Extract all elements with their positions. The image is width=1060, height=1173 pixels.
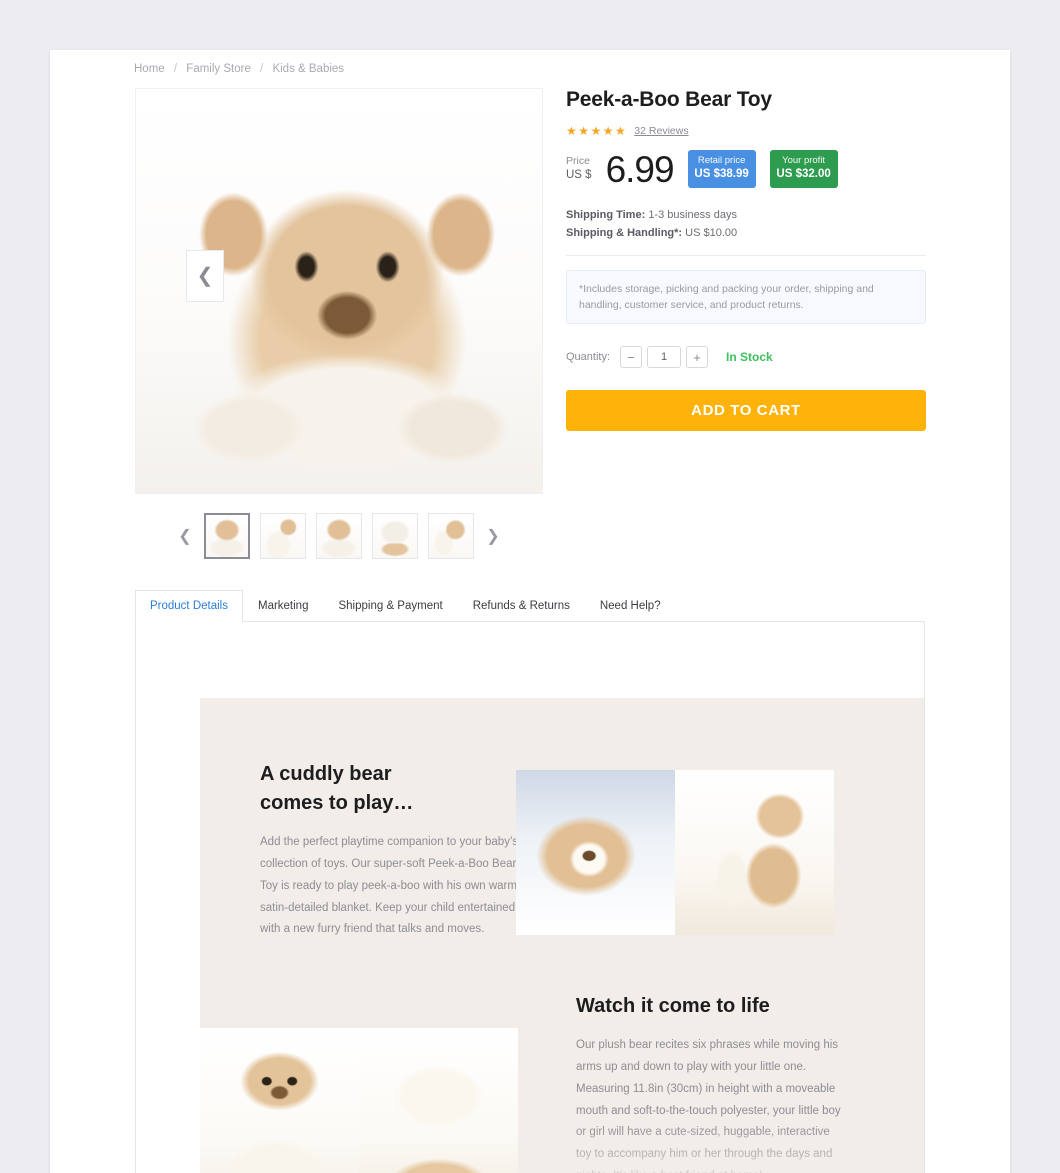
quantity-input[interactable] <box>647 346 682 369</box>
tab-bar: Product Details Marketing Shipping & Pay… <box>135 590 925 622</box>
details-photo-pair-top <box>516 770 834 935</box>
shipping-handling-row: Shipping & Handling*: US $10.00 <box>566 224 926 242</box>
product-card: Home / Family Store / Kids & Babies ❮ ❯ … <box>50 50 1010 1173</box>
gallery-prev-button[interactable]: ❮ <box>186 250 224 302</box>
star-rating-icon: ★★★★★ <box>566 124 628 138</box>
heading-line-2: comes to play… <box>260 792 414 814</box>
breadcrumb-item-home[interactable]: Home <box>134 63 165 75</box>
tab-panel-product-details: A cuddly bear comes to play… Add the per… <box>135 622 925 1173</box>
quantity-increment-button[interactable]: + <box>686 346 709 369</box>
breadcrumb-item-family-store[interactable]: Family Store <box>186 63 251 75</box>
divider <box>566 254 926 256</box>
reviews-link[interactable]: 32 Reviews <box>634 125 688 137</box>
tab-shipping-payment[interactable]: Shipping & Payment <box>323 590 457 622</box>
thumbnail-item[interactable] <box>428 513 474 559</box>
quantity-label: Quantity: <box>566 351 611 364</box>
shipping-time-row: Shipping Time: 1-3 business days <box>566 206 926 224</box>
details-block-two: Watch it come to life Our plush bear rec… <box>576 992 848 1173</box>
status-badge: In Stock <box>726 350 773 365</box>
page-title: Peek-a-Boo Bear Toy <box>566 88 772 111</box>
retail-price-label: Retail price <box>697 155 746 166</box>
thumbnail-image <box>261 514 305 558</box>
details-photo-pair-bottom <box>200 1028 518 1173</box>
tab-need-help[interactable]: Need Help? <box>585 590 676 622</box>
shipping-handling-value: US $10.00 <box>685 227 738 240</box>
add-to-cart-button[interactable]: ADD TO CART <box>566 390 926 432</box>
product-detail-image <box>200 1028 359 1173</box>
quantity-decrement-button[interactable]: − <box>620 346 643 369</box>
breadcrumb-item-kids-babies[interactable]: Kids & Babies <box>272 63 344 75</box>
details-block-one: A cuddly bear comes to play… Add the per… <box>260 760 528 941</box>
shipping-time-value: 1-3 business days <box>648 209 737 222</box>
thumbnails-prev-button[interactable]: ❮ <box>176 516 194 556</box>
thumbnail-item[interactable] <box>204 513 250 559</box>
chevron-left-icon: ❮ <box>178 528 192 545</box>
details-block-two-paragraph: Our plush bear recites six phrases while… <box>576 1039 841 1173</box>
price-row: Price US $ 6.99 Retail price US $38.99 Y… <box>566 148 926 190</box>
breadcrumb: Home / Family Store / Kids & Babies <box>134 63 344 75</box>
product-detail-image <box>516 770 675 935</box>
shipping-note: *Includes storage, picking and packing y… <box>566 269 926 325</box>
product-detail-image <box>359 1028 518 1173</box>
thumbnails-next-button[interactable]: ❯ <box>484 516 502 556</box>
your-profit-badge: Your profit US $32.00 <box>769 150 838 189</box>
heading-line-1: A cuddly bear <box>260 763 392 785</box>
retail-price-badge: Retail price US $38.99 <box>687 150 756 189</box>
product-detail-image <box>675 770 834 935</box>
page-root: Home / Family Store / Kids & Babies ❮ ❯ … <box>0 0 1060 1173</box>
thumbnail-image <box>206 515 248 557</box>
tab-refunds-returns[interactable]: Refunds & Returns <box>458 590 585 622</box>
price-currency: US $ <box>566 169 592 182</box>
your-profit-label: Your profit <box>782 155 826 166</box>
thumbnail-image <box>317 514 361 558</box>
details-content: A cuddly bear comes to play… Add the per… <box>200 698 924 1173</box>
thumbnail-image <box>429 514 473 558</box>
price-caption-group: Price US $ <box>566 154 592 184</box>
thumbnail-item[interactable] <box>260 513 306 559</box>
shipping-handling-label: Shipping & Handling*: <box>566 227 683 240</box>
shipping-info: Shipping Time: 1-3 business days Shippin… <box>566 206 926 242</box>
chevron-right-icon: ❯ <box>486 528 500 545</box>
your-profit-value: US $32.00 <box>776 167 831 180</box>
tab-product-details[interactable]: Product Details <box>135 590 243 622</box>
rating-row: ★★★★★ 32 Reviews <box>566 124 926 138</box>
thumbnail-image <box>373 514 417 558</box>
quantity-row: Quantity: − + In Stock <box>566 346 926 369</box>
breadcrumb-separator: / <box>173 63 178 75</box>
thumbnail-strip: ❮ ❯ <box>135 505 543 567</box>
chevron-left-icon: ❮ <box>196 265 214 287</box>
details-block-one-paragraph: Add the perfect playtime companion to yo… <box>260 836 521 936</box>
thumbnail-item[interactable] <box>372 513 418 559</box>
price-caption: Price <box>566 155 590 168</box>
thumbnail-item[interactable] <box>316 513 362 559</box>
details-block-one-heading: A cuddly bear comes to play… <box>260 760 528 818</box>
price-value: 6.99 <box>605 148 675 190</box>
details-block-two-heading: Watch it come to life <box>576 995 770 1017</box>
product-gallery: ❮ ❯ <box>135 88 543 494</box>
shipping-time-label: Shipping Time: <box>566 209 646 222</box>
breadcrumb-separator: / <box>260 63 264 75</box>
product-info: Peek-a-Boo Bear Toy ★★★★★ 32 Reviews Pri… <box>566 88 926 432</box>
tab-marketing[interactable]: Marketing <box>243 590 324 622</box>
quantity-stepper: − + <box>620 346 709 369</box>
retail-price-value: US $38.99 <box>694 167 749 180</box>
